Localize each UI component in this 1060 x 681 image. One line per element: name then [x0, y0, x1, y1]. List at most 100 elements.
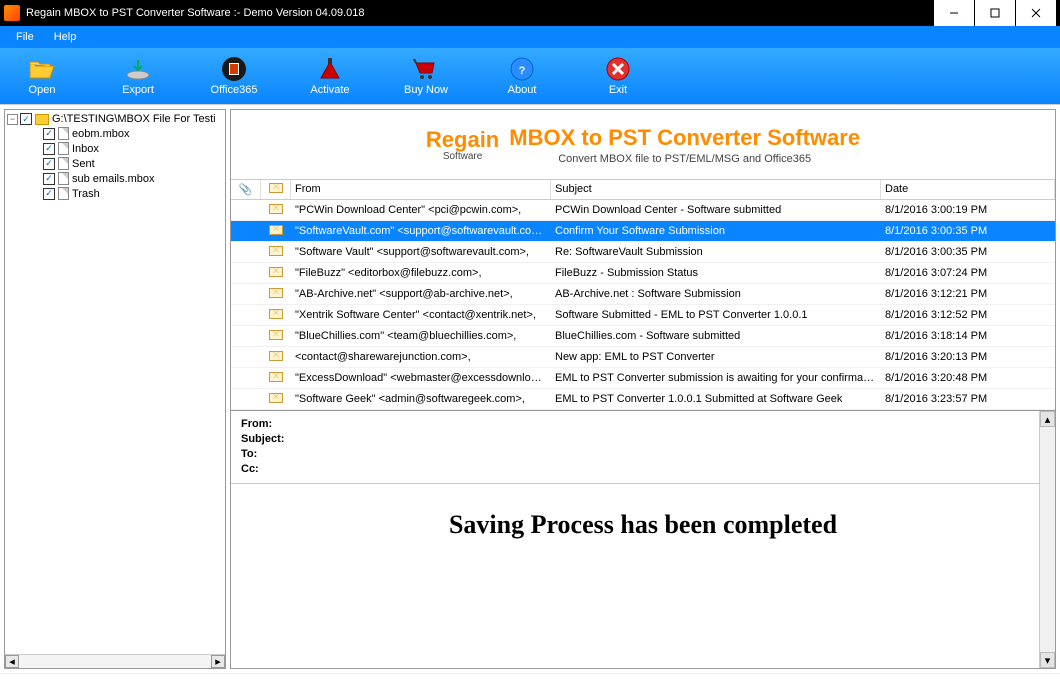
column-envelope[interactable] — [261, 180, 291, 199]
checkbox[interactable]: ✓ — [43, 128, 55, 140]
office365-label: Office365 — [211, 84, 258, 96]
cell-date: 8/1/2016 3:00:35 PM — [881, 225, 1055, 237]
scroll-down-icon[interactable]: ▾ — [1040, 652, 1055, 668]
email-row[interactable]: "SoftwareVault.com" <support@softwarevau… — [231, 221, 1055, 242]
svg-text:?: ? — [519, 65, 526, 77]
logo-subtitle: Software — [443, 151, 482, 162]
file-icon — [58, 127, 69, 140]
close-button[interactable] — [1016, 0, 1056, 26]
envelope-icon — [269, 246, 283, 256]
about-button[interactable]: ? About — [492, 56, 552, 96]
tree-item[interactable]: ✓ sub emails.mbox — [7, 171, 223, 186]
logo-title: Regain — [426, 127, 499, 153]
file-icon — [58, 187, 69, 200]
checkbox[interactable]: ✓ — [43, 158, 55, 170]
preview-cc-label: Cc: — [241, 462, 1045, 477]
column-date[interactable]: Date — [881, 180, 1055, 199]
cell-subject: New app: EML to PST Converter — [551, 351, 881, 363]
exit-icon — [604, 56, 632, 82]
preview-vertical-scrollbar[interactable]: ▴ ▾ — [1039, 411, 1055, 668]
scroll-left-icon[interactable]: ◂ — [5, 655, 19, 668]
folder-icon — [35, 114, 49, 125]
email-row[interactable]: "Software Geek" <admin@softwaregeek.com>… — [231, 389, 1055, 410]
cell-date: 8/1/2016 3:07:24 PM — [881, 267, 1055, 279]
email-grid: 📎 From Subject Date "PCWin Download Cent… — [231, 180, 1055, 410]
cell-from: <contact@sharewarejunction.com>, — [291, 351, 551, 363]
scroll-right-icon[interactable]: ▸ — [211, 655, 225, 668]
cart-icon — [412, 56, 440, 82]
maximize-button[interactable] — [975, 0, 1015, 26]
exit-label: Exit — [609, 84, 627, 96]
banner-subtitle: Convert MBOX file to PST/EML/MSG and Off… — [509, 153, 860, 165]
banner-title: MBOX to PST Converter Software — [509, 125, 860, 151]
email-row[interactable]: <contact@sharewarejunction.com>,New app:… — [231, 347, 1055, 368]
preview-pane: From: Subject: To: Cc: Saving Process ha… — [231, 410, 1055, 668]
checkbox[interactable]: ✓ — [20, 113, 32, 125]
cell-subject: Software Submitted - EML to PST Converte… — [551, 309, 881, 321]
column-from[interactable]: From — [291, 180, 551, 199]
export-icon — [124, 56, 152, 82]
cell-subject: PCWin Download Center - Software submitt… — [551, 204, 881, 216]
tree-horizontal-scrollbar[interactable]: ◂ ▸ — [5, 654, 225, 668]
minimize-button[interactable] — [934, 0, 974, 26]
tree-item[interactable]: ✓Inbox — [7, 141, 223, 156]
email-row[interactable]: "PCWin Download Center" <pci@pcwin.com>,… — [231, 200, 1055, 221]
collapse-icon[interactable]: − — [7, 114, 18, 125]
tree-item-label: Trash — [72, 188, 100, 200]
tree-item[interactable]: ✓eobm.mbox — [7, 126, 223, 141]
cell-date: 8/1/2016 3:23:57 PM — [881, 393, 1055, 405]
tree-item-label: Sent — [72, 158, 95, 170]
regain-logo: Regain Software — [426, 127, 499, 162]
activate-button[interactable]: Activate — [300, 56, 360, 96]
envelope-icon — [269, 183, 283, 193]
column-subject[interactable]: Subject — [551, 180, 881, 199]
tree-item[interactable]: ✓ Sent — [7, 156, 223, 171]
cell-envelope — [261, 309, 291, 322]
email-row[interactable]: "AB-Archive.net" <support@ab-archive.net… — [231, 284, 1055, 305]
cell-from: "FileBuzz" <editorbox@filebuzz.com>, — [291, 267, 551, 279]
activate-label: Activate — [310, 84, 349, 96]
checkbox[interactable]: ✓ — [43, 143, 55, 155]
exit-button[interactable]: Exit — [588, 56, 648, 96]
email-row[interactable]: "Software Vault" <support@softwarevault.… — [231, 242, 1055, 263]
product-banner: Regain Software MBOX to PST Converter So… — [231, 110, 1055, 180]
checkbox[interactable]: ✓ — [43, 173, 55, 185]
tree-item-label: sub emails.mbox — [72, 173, 155, 185]
checkbox[interactable]: ✓ — [43, 188, 55, 200]
app-icon — [4, 5, 20, 21]
about-label: About — [508, 84, 537, 96]
paperclip-icon: 📎 — [239, 184, 253, 196]
grid-header[interactable]: 📎 From Subject Date — [231, 180, 1055, 200]
envelope-icon — [269, 351, 283, 361]
column-attachment[interactable]: 📎 — [231, 180, 261, 199]
export-label: Export — [122, 84, 154, 96]
cell-from: "Xentrik Software Center" <contact@xentr… — [291, 309, 551, 321]
office365-button[interactable]: Office365 — [204, 56, 264, 96]
menu-help[interactable]: Help — [44, 28, 87, 46]
file-icon — [58, 172, 69, 185]
scroll-up-icon[interactable]: ▴ — [1040, 411, 1055, 427]
open-button[interactable]: Open — [12, 56, 72, 96]
content-panel: Regain Software MBOX to PST Converter So… — [230, 109, 1056, 669]
tree-item[interactable]: ✓ Trash — [7, 186, 223, 201]
email-row[interactable]: "FileBuzz" <editorbox@filebuzz.com>,File… — [231, 263, 1055, 284]
folder-open-icon — [28, 56, 56, 82]
cell-from: "Software Geek" <admin@softwaregeek.com>… — [291, 393, 551, 405]
activate-icon — [316, 56, 344, 82]
email-row[interactable]: "Xentrik Software Center" <contact@xentr… — [231, 305, 1055, 326]
email-row[interactable]: "BlueChillies.com" <team@bluechillies.co… — [231, 326, 1055, 347]
help-icon: ? — [508, 56, 536, 82]
menu-bar: File Help — [0, 26, 1060, 48]
menu-file[interactable]: File — [6, 28, 44, 46]
cell-from: "ExcessDownload" <webmaster@excessdownlo… — [291, 372, 551, 384]
cell-envelope — [261, 330, 291, 343]
tree-root[interactable]: − ✓ G:\TESTING\MBOX File For Testi — [7, 112, 223, 126]
open-label: Open — [29, 84, 56, 96]
folder-tree[interactable]: − ✓ G:\TESTING\MBOX File For Testi ✓eobm… — [4, 109, 226, 669]
envelope-icon — [269, 330, 283, 340]
export-button[interactable]: Export — [108, 56, 168, 96]
buynow-button[interactable]: Buy Now — [396, 56, 456, 96]
file-icon — [58, 157, 69, 170]
cell-date: 8/1/2016 3:18:14 PM — [881, 330, 1055, 342]
email-row[interactable]: "ExcessDownload" <webmaster@excessdownlo… — [231, 368, 1055, 389]
